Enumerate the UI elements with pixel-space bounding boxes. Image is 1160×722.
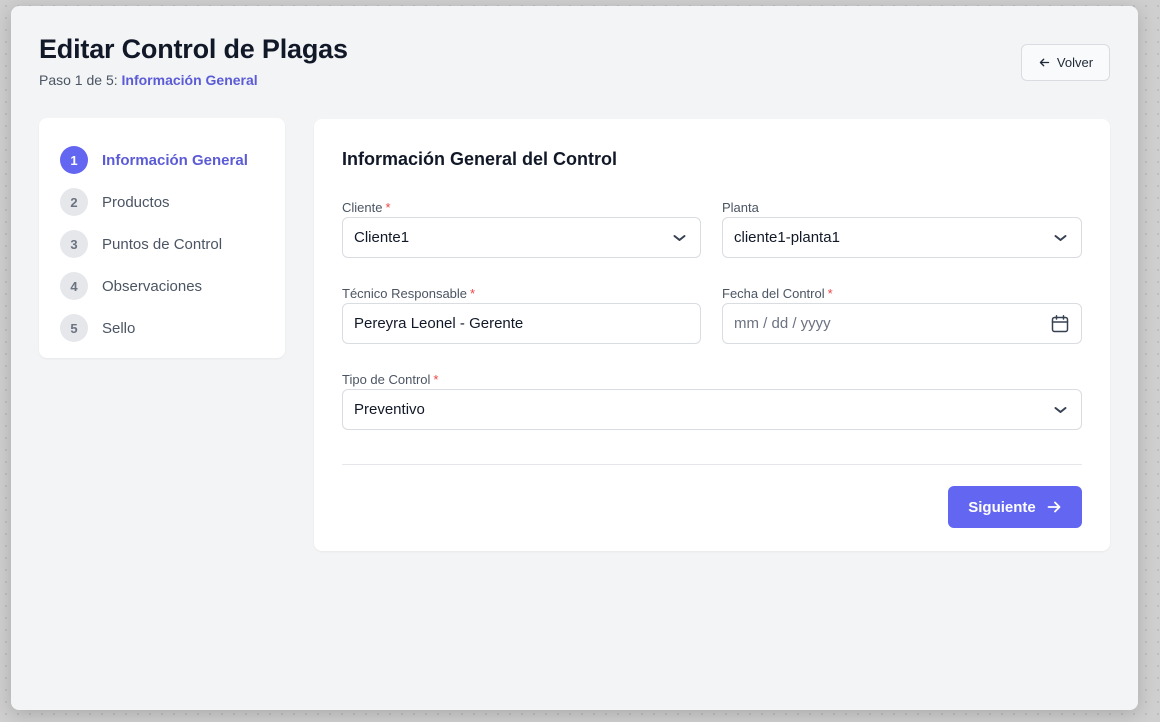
step-item-informacion-general[interactable]: 1 Información General: [39, 139, 285, 181]
general-info-form: Información General del Control Cliente *…: [314, 119, 1110, 551]
form-title: Información General del Control: [342, 149, 618, 169]
step-item-sello[interactable]: 5 Sello: [39, 307, 285, 349]
back-button[interactable]: Volver: [1021, 44, 1110, 81]
calendar-icon[interactable]: [1050, 314, 1070, 334]
tecnico-label: Técnico Responsable *: [342, 286, 475, 301]
required-marker: *: [385, 200, 391, 215]
cliente-value: Cliente1: [354, 229, 410, 246]
step-indicator-prefix: Paso 1 de 5:: [39, 72, 118, 88]
required-marker: *: [433, 372, 439, 387]
step-item-productos[interactable]: 2 Productos: [39, 181, 285, 223]
arrow-left-icon: [1039, 58, 1050, 67]
step-number: 2: [60, 188, 88, 216]
step-item-puntos-de-control[interactable]: 3 Puntos de Control: [39, 223, 285, 265]
step-indicator: Paso 1 de 5: Información General: [39, 72, 258, 88]
tecnico-input[interactable]: Pereyra Leonel - Gerente: [342, 303, 701, 344]
fecha-placeholder: mm / dd / yyyy: [734, 315, 831, 332]
planta-label-text: Planta: [722, 200, 759, 215]
step-label: Observaciones: [102, 277, 203, 295]
required-marker: *: [827, 286, 833, 301]
steps-sidebar: 1 Información General 2 Productos 3 Punt…: [39, 118, 285, 358]
back-button-label: Volver: [1056, 55, 1094, 70]
cliente-label-text: Cliente: [342, 200, 383, 215]
step-number: 1: [60, 146, 88, 174]
step-number: 4: [60, 272, 88, 300]
required-marker: *: [470, 286, 476, 301]
chevron-down-icon: [673, 234, 686, 241]
chevron-down-icon: [1054, 234, 1067, 241]
step-label: Productos: [102, 193, 170, 211]
step-item-observaciones[interactable]: 4 Observaciones: [39, 265, 285, 307]
fecha-label-text: Fecha del Control: [722, 286, 825, 301]
edit-pest-control-modal: Editar Control de Plagas Paso 1 de 5: In…: [11, 6, 1138, 710]
step-label: Información General: [102, 151, 248, 169]
tecnico-value: Pereyra Leonel - Gerente: [354, 315, 524, 332]
cliente-label: Cliente *: [342, 200, 391, 215]
tipo-select[interactable]: Preventivo: [342, 389, 1082, 430]
step-indicator-name: Información General: [121, 72, 258, 88]
tecnico-label-text: Técnico Responsable: [342, 286, 468, 301]
arrow-right-icon: [1047, 501, 1061, 513]
chevron-down-icon: [1054, 406, 1067, 413]
planta-select[interactable]: cliente1-planta1: [722, 217, 1082, 258]
tipo-label-text: Tipo de Control: [342, 372, 431, 387]
form-divider: [342, 464, 1082, 465]
step-label: Sello: [102, 319, 136, 337]
planta-value: cliente1-planta1: [734, 229, 840, 246]
cliente-select[interactable]: Cliente1: [342, 217, 701, 258]
step-number: 3: [60, 230, 88, 258]
fecha-date-input[interactable]: mm / dd / yyyy: [722, 303, 1082, 344]
next-button-label: Siguiente: [968, 498, 1036, 516]
page-title: Editar Control de Plagas: [39, 34, 348, 64]
step-label: Puntos de Control: [102, 235, 223, 253]
tipo-value: Preventivo: [354, 401, 425, 418]
tipo-label: Tipo de Control *: [342, 372, 438, 387]
step-number: 5: [60, 314, 88, 342]
planta-label: Planta: [722, 200, 759, 215]
next-button[interactable]: Siguiente: [948, 486, 1082, 528]
fecha-label: Fecha del Control *: [722, 286, 833, 301]
